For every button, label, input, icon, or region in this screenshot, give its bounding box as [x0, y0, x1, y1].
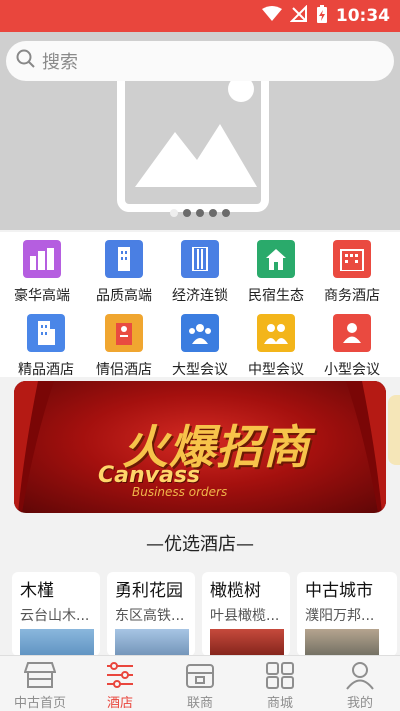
hotel-card[interactable]: 橄榄树 叶县橄榄...: [202, 572, 290, 656]
section-title: —优选酒店—: [146, 534, 254, 555]
shop-icon: [184, 659, 216, 691]
hotel-address: 濮阳万邦...: [305, 608, 375, 624]
nav-label: 商城: [266, 696, 293, 711]
hotel-icon: [333, 240, 371, 278]
category-label: 大型会议: [172, 362, 228, 378]
category-label: 情侣酒店: [96, 362, 152, 378]
nav-label: 酒店: [106, 696, 133, 711]
search-icon: [16, 49, 36, 73]
store-icon: [24, 659, 56, 691]
battery-charging-icon: [316, 4, 328, 28]
hotel-thumbnail: [305, 629, 379, 656]
building-icon: [105, 240, 143, 278]
nav-profile[interactable]: 我的: [320, 656, 400, 711]
wifi-icon: [261, 6, 282, 26]
category-label: 商务酒店: [324, 288, 380, 304]
category-boutique[interactable]: 精品酒店: [6, 314, 86, 379]
banner-carousel[interactable]: 搜索: [0, 32, 400, 230]
curtain-left-decoration: [14, 381, 54, 513]
hotel-thumbnail: [115, 629, 189, 656]
category-homestay[interactable]: 民宿生态: [236, 240, 316, 305]
nav-merchant[interactable]: 联商: [160, 656, 240, 711]
side-float-tab[interactable]: [388, 395, 400, 465]
status-time: 10:34: [335, 6, 390, 26]
hotel-address: 云台山木...: [20, 608, 90, 624]
grid-apps-icon: [265, 659, 295, 691]
person-icon: [345, 659, 375, 691]
carousel-dot[interactable]: [196, 209, 204, 217]
category-business[interactable]: 商务酒店: [312, 240, 392, 305]
hotel-card[interactable]: 勇利花园 东区高铁...: [107, 572, 195, 656]
hotel-address: 叶县橄榄...: [210, 608, 280, 624]
category-label: 经济连锁: [172, 288, 228, 304]
city-skyline-icon: [23, 240, 61, 278]
category-small-meeting[interactable]: 小型会议: [312, 314, 392, 379]
small-meeting-icon: [333, 314, 371, 352]
carousel-dot[interactable]: [170, 209, 178, 217]
bottom-nav: 中古首页 酒店 联商 商城 我的: [0, 655, 400, 711]
promo-banner[interactable]: 火爆招商 Canvass Business orders: [14, 381, 386, 513]
category-economy[interactable]: 经济连锁: [160, 240, 240, 305]
category-medium-meeting[interactable]: 中型会议: [236, 314, 316, 379]
hotel-name: 橄榄树: [210, 581, 261, 601]
nav-home[interactable]: 中古首页: [0, 656, 80, 711]
large-meeting-icon: [181, 314, 219, 352]
curtain-right-decoration: [346, 381, 386, 513]
hotel-list: 木槿 云台山木... 勇利花园 东区高铁... 橄榄树 叶县橄榄... 中古城市…: [12, 572, 400, 656]
category-label: 豪华高端: [14, 288, 70, 304]
image-placeholder-icon: [117, 62, 269, 212]
search-bar[interactable]: 搜索: [6, 41, 394, 81]
category-grid: 豪华高端 品质高端 经济连锁 民宿生态 商务酒店 精品酒店 情侣酒店 大型会议 …: [0, 232, 400, 379]
hotel-card[interactable]: 木槿 云台山木...: [12, 572, 100, 656]
category-luxury[interactable]: 豪华高端: [2, 240, 82, 305]
hotel-thumbnail: [210, 629, 284, 656]
medium-meeting-icon: [257, 314, 295, 352]
couple-hotel-icon: [105, 314, 143, 352]
carousel-dot[interactable]: [222, 209, 230, 217]
carousel-dots: [0, 209, 400, 217]
category-label: 小型会议: [324, 362, 380, 378]
hotel-card[interactable]: 中古城市 濮阳万邦...: [297, 572, 397, 656]
category-label: 品质高端: [96, 288, 152, 304]
promo-subtitle-en: Business orders: [132, 485, 228, 499]
sliders-icon: [105, 659, 135, 691]
search-input[interactable]: 搜索: [42, 48, 78, 74]
tower-icon: [181, 240, 219, 278]
category-quality[interactable]: 品质高端: [84, 240, 164, 305]
carousel-dot[interactable]: [183, 209, 191, 217]
nav-mall[interactable]: 商城: [240, 656, 320, 711]
category-couple[interactable]: 情侣酒店: [84, 314, 164, 379]
hotel-name: 木槿: [20, 581, 54, 601]
hotel-thumbnail: [20, 629, 94, 656]
hotel-name: 勇利花园: [115, 581, 183, 601]
category-large-meeting[interactable]: 大型会议: [160, 314, 240, 379]
status-bar: 10:34: [0, 0, 400, 32]
hotel-address: 东区高铁...: [115, 608, 185, 624]
hotel-name: 中古城市: [305, 581, 373, 601]
house-icon: [257, 240, 295, 278]
nav-label: 联商: [186, 696, 213, 711]
category-label: 中型会议: [248, 362, 304, 378]
office-building-icon: [27, 314, 65, 352]
nav-label: 我的: [346, 696, 373, 711]
category-label: 民宿生态: [248, 288, 304, 304]
nav-hotel[interactable]: 酒店: [80, 656, 160, 711]
nav-label: 中古首页: [13, 696, 66, 711]
carousel-dot[interactable]: [209, 209, 217, 217]
no-signal-icon: [289, 4, 308, 27]
category-label: 精品酒店: [18, 362, 74, 378]
